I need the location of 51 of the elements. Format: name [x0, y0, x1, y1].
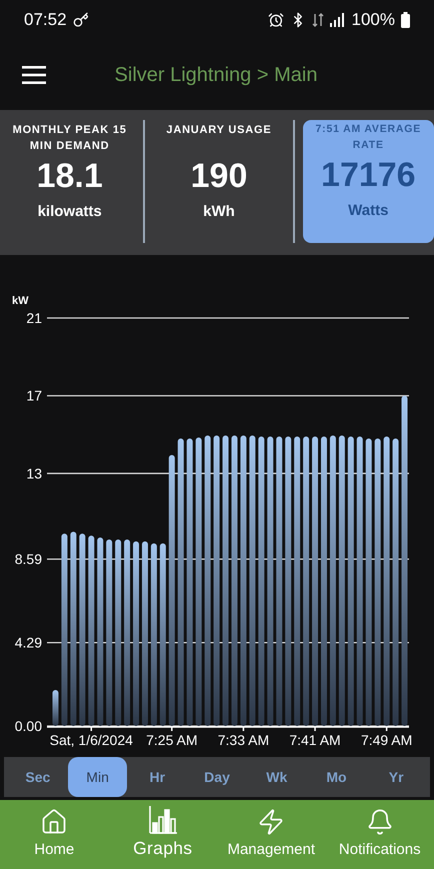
menu-icon[interactable]	[22, 66, 46, 84]
x-tick	[314, 727, 316, 731]
y-tick-label: 17	[26, 388, 42, 404]
nav-item[interactable]: Management	[217, 800, 326, 869]
bar	[52, 690, 58, 726]
stat-unit: kWh	[203, 203, 235, 220]
range-tab[interactable]: Min	[68, 757, 128, 797]
stat-label: JANUARY USAGE	[165, 123, 273, 138]
data-icon	[312, 12, 324, 28]
x-tick-label: Sat, 1/6/2024	[50, 732, 133, 748]
stat-value: 190	[190, 157, 248, 196]
battery-icon	[401, 12, 410, 28]
stat-label: 7:51 AM AVERAGE RATE	[314, 122, 422, 153]
stat-unit: kilowatts	[38, 203, 102, 220]
x-tick-label: 7:33 AM	[218, 732, 270, 748]
axis-unit: kW	[12, 295, 28, 307]
nav-item[interactable]: Home	[0, 800, 108, 869]
range-tab[interactable]: Day	[187, 757, 247, 797]
bell-icon	[366, 808, 394, 836]
range-tab[interactable]: Wk	[246, 757, 307, 797]
x-tick	[171, 727, 173, 731]
battery-percent: 100%	[352, 10, 395, 30]
lightning-icon	[257, 808, 286, 836]
key-icon	[72, 12, 89, 28]
bar-chart-icon	[148, 806, 178, 834]
y-tick-label: 21	[26, 310, 42, 326]
x-tick	[386, 727, 388, 731]
x-tick-label: 7:41 AM	[289, 732, 341, 748]
x-tick-label: 7:49 AM	[360, 732, 412, 748]
y-tick-label: 4.29	[14, 634, 42, 651]
nav-item[interactable]: Notifications	[326, 800, 434, 869]
range-tab[interactable]: Mo	[306, 757, 366, 797]
signal-icon	[330, 13, 346, 27]
x-tick	[90, 727, 92, 731]
clock: 07:52	[24, 10, 67, 30]
y-tick-label: 8.59	[14, 551, 42, 568]
range-tab[interactable]: Hr	[127, 757, 188, 797]
stat-unit: Watts	[348, 202, 388, 219]
stat-label: MONTHLY PEAK 15 MIN DEMAND	[12, 123, 128, 154]
range-tab[interactable]: Sec	[8, 757, 68, 797]
alarm-icon	[268, 12, 284, 28]
y-tick-label: 13	[26, 465, 42, 482]
range-tab[interactable]: Yr	[366, 757, 426, 797]
y-tick-label: 0.00	[14, 718, 42, 734]
stat-value: 17176	[321, 156, 416, 195]
app-title: Silver Lightning > Main	[114, 64, 318, 86]
x-tick	[242, 727, 244, 731]
house-icon	[40, 808, 68, 836]
stat-value: 18.1	[36, 157, 103, 196]
x-tick-label: 7:25 AM	[146, 732, 198, 748]
nav-item[interactable]: Graphs	[108, 800, 217, 869]
